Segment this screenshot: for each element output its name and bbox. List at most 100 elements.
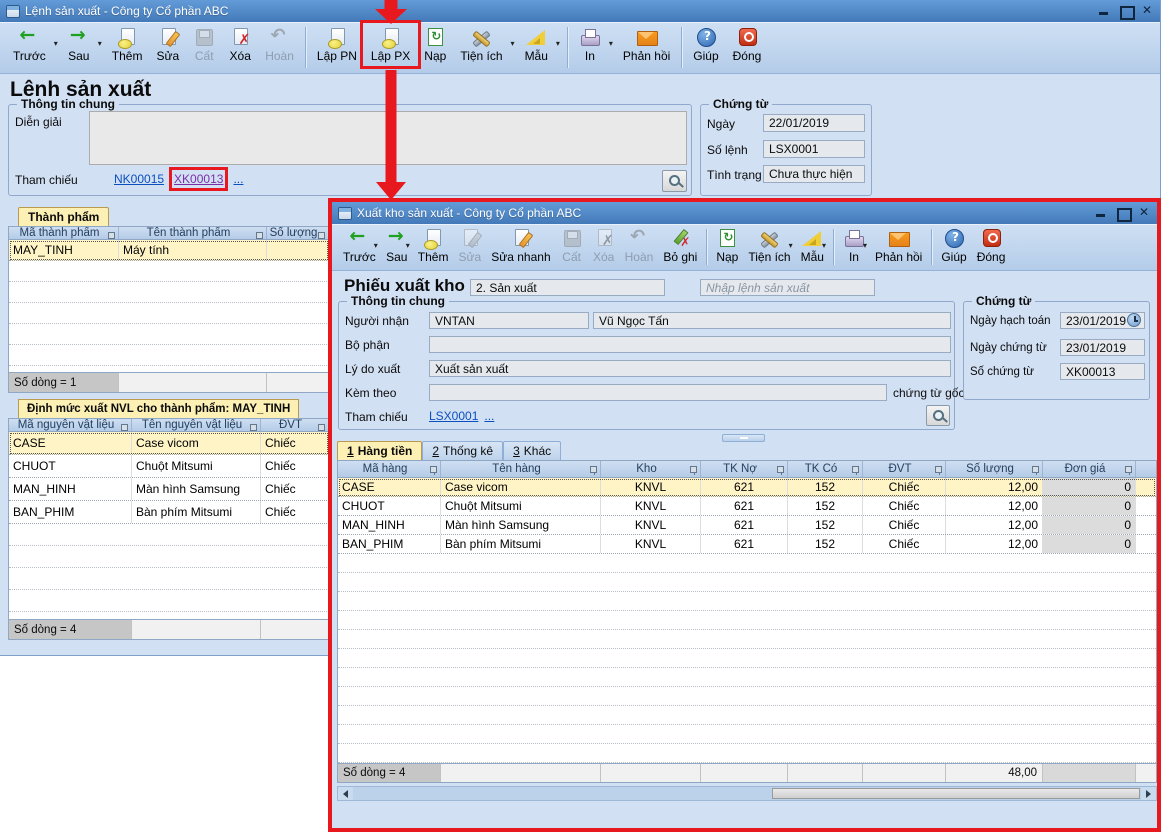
refresh-icon [716,229,738,249]
tab[interactable]: 3 Khác [503,441,561,460]
toolbar-button[interactable]: Nạp [417,24,453,65]
toolbar-button[interactable]: Tiện ích [743,226,795,266]
issue-type-select[interactable]: 2. Sản xuất [470,279,665,296]
toolbar-button[interactable]: Trước [6,24,61,65]
column-header[interactable]: Tên hàng [441,461,601,477]
tab-products[interactable]: Thành phẩm [18,207,109,226]
maximize-button[interactable] [1119,5,1132,17]
toolbar-button[interactable]: Tiện ích [453,24,517,65]
toolbar-button[interactable]: Đóng [726,24,769,65]
column-header[interactable]: Tên nguyên vật liệu [132,419,261,431]
products-table: Mã thành phẩm Tên thành phẩm Số lượng MA… [8,226,330,393]
scroll-left-button[interactable] [338,787,353,800]
toolbar-button[interactable]: Xóa [222,24,258,65]
toolbar-button[interactable]: Đóng [972,226,1011,266]
splitter-handle[interactable] [722,434,765,442]
toolbar-button[interactable]: Sau [381,226,413,266]
toolbar-button[interactable]: Giúp [936,226,971,266]
group-legend: Thông tin chung [347,294,449,308]
column-header[interactable]: TK Có [788,461,863,477]
material-row[interactable]: BAN_PHIM Bàn phím Mitsumi Chiếc [9,501,329,524]
material-row[interactable]: CASE Case vicom Chiếc [9,432,329,455]
close-button[interactable] [1138,207,1151,219]
reference-more-link[interactable]: ... [233,172,243,186]
toolbar-button: Hoàn [258,24,301,65]
tab[interactable]: 2 Thống kê [422,441,503,460]
toolbar-button[interactable]: Trước [338,226,381,266]
doc-date-input[interactable]: 23/01/2019 [1060,339,1145,356]
toolbar-button[interactable]: Mẫu [518,24,563,65]
column-header[interactable]: Số lượng [946,461,1043,477]
column-header[interactable]: Mã thành phẩm [9,227,119,239]
search-reference-button[interactable] [662,170,687,192]
column-header[interactable]: ĐVT [863,461,946,477]
dropdown-caret-icon [556,35,560,49]
detail-row[interactable]: MAN_HINH Màn hình Samsung KNVL 621 152 C… [338,516,1156,535]
column-header[interactable]: ĐVT [261,419,329,431]
dropdown-caret-icon [863,237,867,251]
reference-link-xk00013[interactable]: XK00013 [174,172,223,186]
column-header[interactable]: Mã nguyên vật liệu [9,419,132,431]
receiver-name-input[interactable]: Vũ Ngọc Tấn [593,312,951,329]
toolbar-button-label: Xóa [230,49,251,63]
scroll-right-button[interactable] [1141,787,1156,800]
toolbar-button[interactable]: Thêm [413,226,454,266]
reference-more-link[interactable]: ... [484,409,494,423]
empty-row [338,649,1156,668]
material-row[interactable]: MAN_HINH Màn hình Samsung Chiếc [9,478,329,501]
reason-input[interactable]: Xuất sản xuất [429,360,951,377]
order-no-input[interactable]: LSX0001 [763,140,865,158]
column-header[interactable]: Số lượng [267,227,329,239]
department-input[interactable] [429,336,951,353]
detail-row[interactable]: CHUOT Chuột Mitsumi KNVL 621 152 Chiếc 1… [338,497,1156,516]
minimize-button[interactable] [1094,207,1107,219]
receiver-code-input[interactable]: VNTAN [429,312,589,329]
detail-row[interactable]: BAN_PHIM Bàn phím Mitsumi KNVL 621 152 C… [338,535,1156,554]
toolbar-button[interactable]: Lập PX [364,24,417,65]
production-order-input[interactable]: Nhập lệnh sản xuất [700,279,875,296]
toolbar-button[interactable]: Nạp [711,226,743,266]
minimize-button[interactable] [1097,5,1110,17]
toolbar-button-label: Hoàn [625,250,654,264]
column-header[interactable]: Kho [601,461,701,477]
toolbar-button[interactable]: Lập PN [310,24,364,65]
toolbar-button-label: Mẫu [801,250,824,264]
toolbar-button[interactable]: Sửa nhanh [486,226,555,266]
empty-row [9,282,329,303]
empty-row [338,592,1156,611]
column-header[interactable]: Đơn giá [1043,461,1136,477]
reference-link-lsx0001[interactable]: LSX0001 [429,409,478,423]
toolbar-button[interactable]: Sau [61,24,105,65]
tab[interactable]: 1 Hàng tiền [337,441,422,460]
toolbar-button[interactable]: Giúp [686,24,725,65]
column-header[interactable]: Mã hàng [338,461,441,477]
toolbar-button[interactable]: Phản hồi [870,226,927,266]
column-header[interactable]: TK Nợ [701,461,788,477]
material-row[interactable]: CHUOT Chuột Mitsumi Chiếc [9,455,329,478]
column-header[interactable] [1136,461,1156,477]
clock-icon[interactable] [1127,313,1141,327]
column-header[interactable]: Tên thành phẩm [119,227,267,239]
scrollbar-thumb[interactable] [772,788,1140,799]
detail-table: Mã hàng Tên hàng Kho TK Nợ TK Có ĐVT Số … [337,460,1157,783]
date-input[interactable]: 22/01/2019 [763,114,865,132]
search-reference-button[interactable] [926,405,950,426]
toolbar-button[interactable]: Bỏ ghi [658,226,702,266]
toolbar-button[interactable]: Phản hồi [616,24,677,65]
attach-input[interactable] [429,384,887,401]
product-row[interactable]: MAY_TINH Máy tính [9,240,329,261]
toolbar-button[interactable]: In [838,226,870,266]
toolbar-button[interactable]: In [572,24,616,65]
toolbar-button[interactable]: Sửa [149,24,186,65]
reference-link-nk00015[interactable]: NK00015 [114,172,164,186]
products-table-header: Mã thành phẩm Tên thành phẩm Số lượng [9,227,329,240]
detail-row[interactable]: CASE Case vicom KNVL 621 152 Chiếc 12,00… [338,478,1156,497]
empty-row [338,687,1156,706]
toolbar-button[interactable]: Mẫu [796,226,829,266]
toolbar-button[interactable]: Thêm [105,24,150,65]
description-input[interactable] [89,111,687,165]
close-button[interactable] [1141,5,1154,17]
horizontal-scrollbar[interactable] [337,786,1157,801]
doc-no-input[interactable]: XK00013 [1060,363,1145,380]
maximize-button[interactable] [1116,207,1129,219]
